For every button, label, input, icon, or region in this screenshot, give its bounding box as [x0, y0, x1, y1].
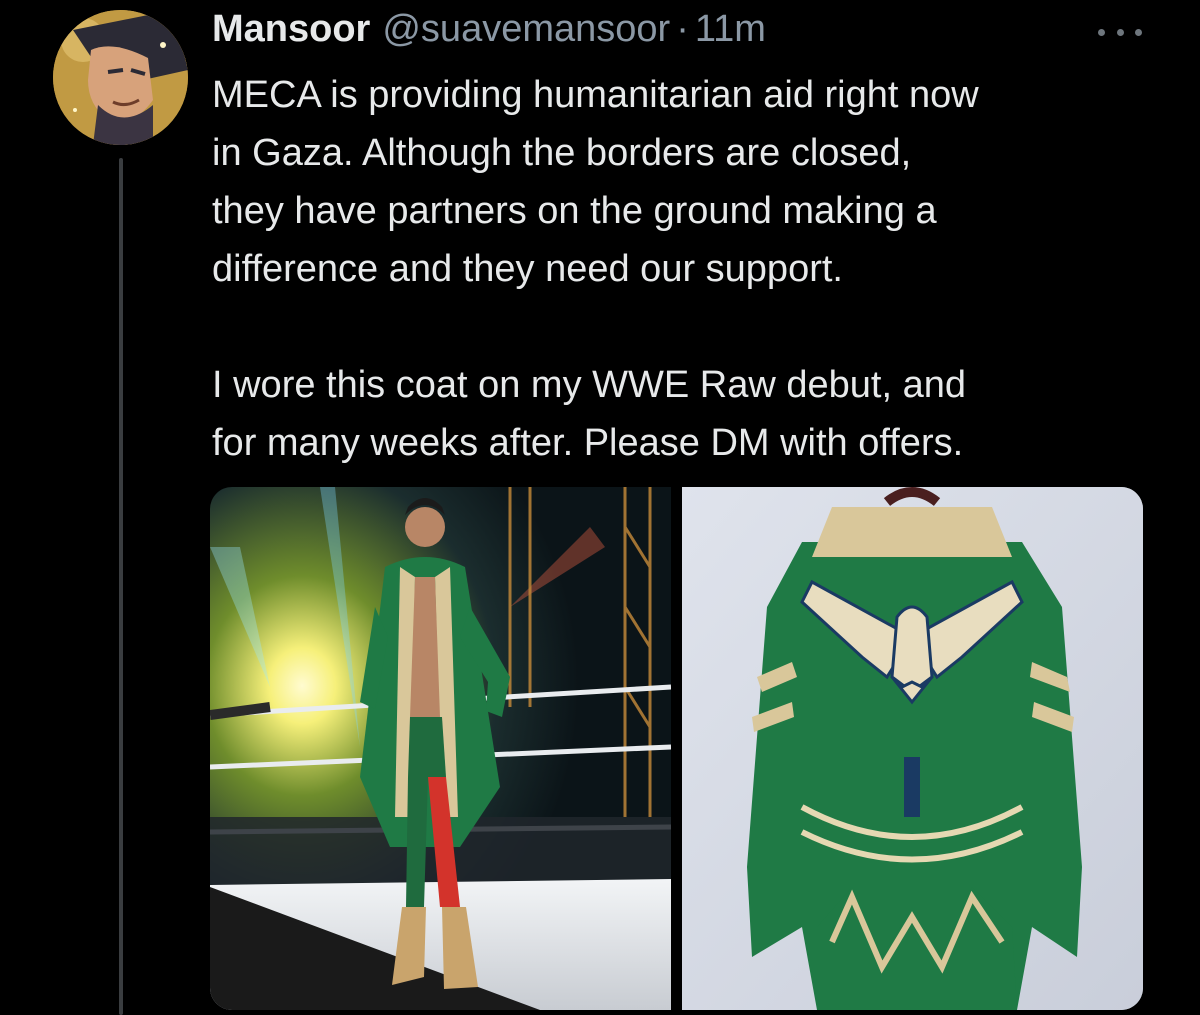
- text-line: difference and they need our support.: [212, 248, 843, 290]
- tweet-text: MECA is providing humanitarian aid right…: [212, 66, 1162, 472]
- text-line: they have partners on the ground making …: [212, 190, 937, 232]
- media-grid: [210, 487, 1143, 1010]
- timestamp[interactable]: 11m: [695, 8, 766, 51]
- separator-dot: ·: [676, 8, 689, 50]
- text-line: in Gaza. Although the borders are closed…: [212, 132, 912, 174]
- thread-line: [119, 158, 123, 1015]
- avatar-illustration: [53, 10, 188, 145]
- photo-coat-on-hanger[interactable]: [682, 487, 1143, 1010]
- handle[interactable]: @suavemansoor: [382, 8, 670, 51]
- tweet-paragraph-2: I wore this coat on my WWE Raw debut, an…: [212, 356, 1162, 472]
- avatar[interactable]: [53, 10, 188, 145]
- tweet-paragraph-1: MECA is providing humanitarian aid right…: [212, 66, 1162, 298]
- display-name[interactable]: Mansoor: [212, 8, 370, 51]
- text-line: for many weeks after. Please DM with off…: [212, 422, 964, 464]
- tweet-header: Mansoor @suavemansoor · 11m: [212, 8, 766, 58]
- text-line: I wore this coat on my WWE Raw debut, an…: [212, 364, 966, 406]
- tweet[interactable]: Mansoor @suavemansoor · 11m MECA is prov…: [0, 0, 1200, 1015]
- text-line: MECA is providing humanitarian aid right…: [212, 74, 979, 116]
- photo-wrestler-in-ring[interactable]: [210, 487, 671, 1010]
- more-horizontal-icon[interactable]: [1098, 20, 1142, 44]
